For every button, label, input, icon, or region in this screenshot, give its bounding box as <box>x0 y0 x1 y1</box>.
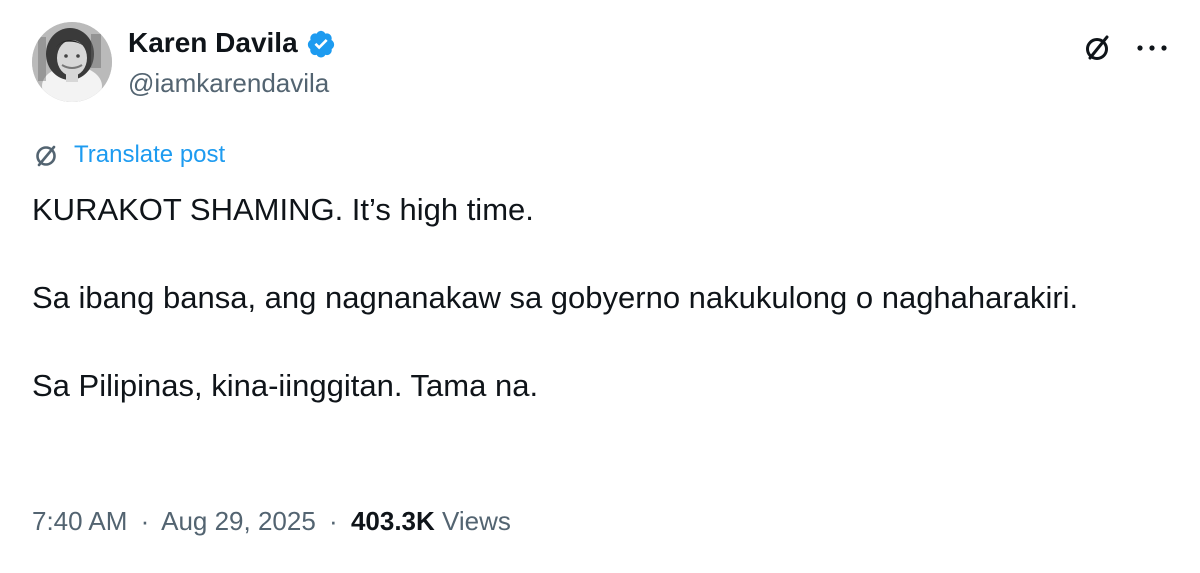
more-icon <box>1135 43 1169 53</box>
translate-icon <box>32 140 62 170</box>
top-actions <box>1078 28 1172 68</box>
more-button[interactable] <box>1132 28 1172 68</box>
handle[interactable]: @iamkarendavila <box>128 67 329 99</box>
translate-link[interactable]: Translate post <box>74 140 225 170</box>
post-date[interactable]: Aug 29, 2025 <box>161 506 316 536</box>
display-name[interactable]: Karen Davila <box>128 26 298 60</box>
tweet-paragraph-3: Sa Pilipinas, kina-iinggitan. Tama na. <box>32 368 539 403</box>
author-name-row[interactable]: Karen Davila <box>128 26 336 60</box>
tweet-meta: 7:40 AM · Aug 29, 2025 · 403.3K Views <box>32 504 511 538</box>
views-count[interactable]: 403.3K <box>351 506 435 536</box>
avatar-image <box>32 22 112 102</box>
grok-button[interactable] <box>1078 28 1118 68</box>
meta-separator: · <box>329 506 338 536</box>
slashed-circle-icon <box>1082 32 1114 64</box>
meta-separator: · <box>140 506 150 536</box>
tweet-text: KURAKOT SHAMING. It’s high time. Sa iban… <box>32 188 1162 408</box>
verified-badge-icon <box>306 29 336 59</box>
post-time[interactable]: 7:40 AM <box>32 506 127 536</box>
avatar[interactable] <box>32 22 112 102</box>
tweet-paragraph-2: Sa ibang bansa, ang nagnanakaw sa gobyer… <box>32 280 1079 315</box>
tweet-paragraph-1: KURAKOT SHAMING. It’s high time. <box>32 192 534 227</box>
tweet-card: Karen Davila @iamkarendavila Translate p… <box>0 0 1200 573</box>
translate-row[interactable]: Translate post <box>32 140 225 170</box>
views-label[interactable]: Views <box>442 506 511 536</box>
